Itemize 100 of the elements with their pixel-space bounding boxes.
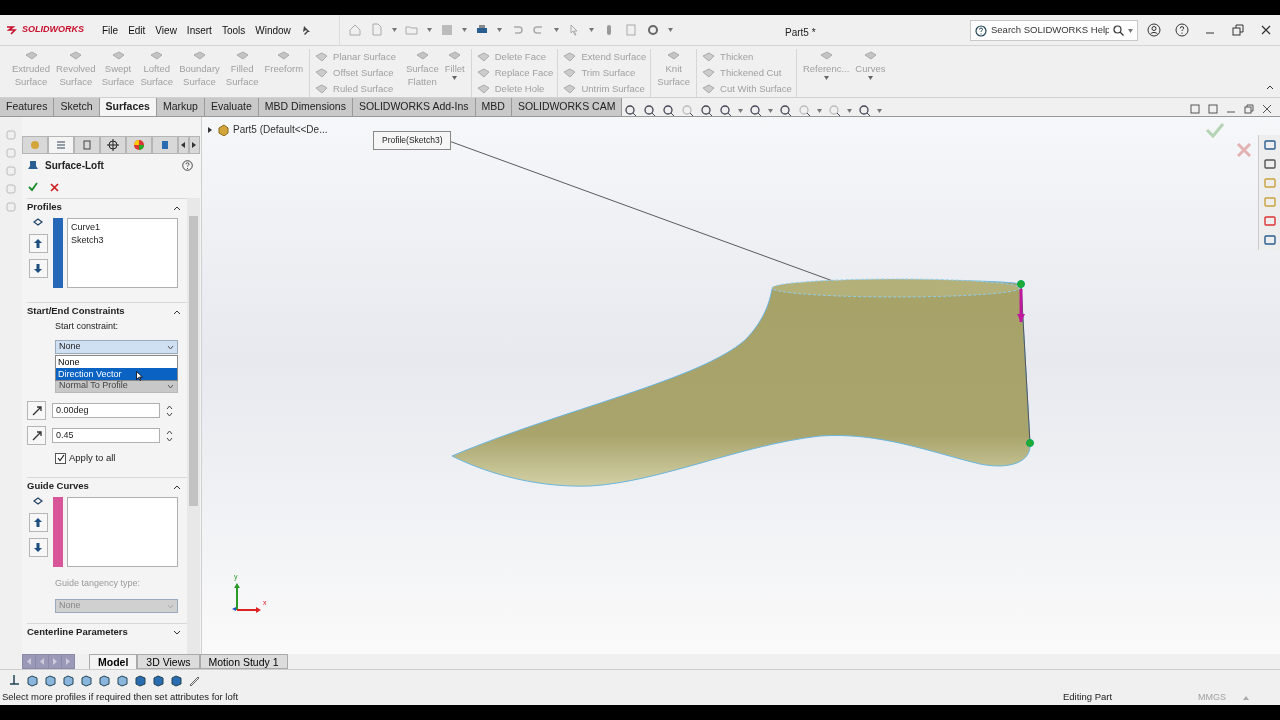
command-tab[interactable]: SOLIDWORKS Add-Ins xyxy=(352,98,476,116)
expand-icon[interactable] xyxy=(173,629,181,636)
arrow-icon xyxy=(30,429,43,442)
menu-item[interactable]: Window xyxy=(255,22,291,38)
dropdown-list[interactable]: None Direction Vector xyxy=(55,355,178,381)
scrollbar-thumb[interactable] xyxy=(189,216,198,506)
tangency-dropdown: None xyxy=(55,599,178,613)
cube-icon[interactable] xyxy=(80,673,93,687)
selection-list[interactable] xyxy=(67,497,178,567)
caret-icon[interactable] xyxy=(667,28,673,32)
model-tab[interactable]: Motion Study 1 xyxy=(199,654,288,669)
caret-icon[interactable] xyxy=(461,28,467,32)
caret-icon[interactable] xyxy=(496,28,502,32)
command-tab[interactable]: Features xyxy=(0,98,55,116)
menu-item[interactable]: File xyxy=(102,22,119,38)
move-up-button[interactable] xyxy=(28,234,48,253)
caret-icon[interactable] xyxy=(1243,695,1249,700)
caret-icon[interactable] xyxy=(738,108,743,113)
cube-icon[interactable] xyxy=(26,673,39,687)
move-down-button[interactable] xyxy=(28,538,48,557)
section-heading: Centerline Parameters xyxy=(27,625,128,640)
restore-icon[interactable] xyxy=(1231,23,1245,37)
collapse-ribbon-icon[interactable] xyxy=(1266,84,1274,90)
zoom-area-icon[interactable] xyxy=(643,104,656,117)
up-arrow-icon xyxy=(34,518,42,527)
checkbox[interactable] xyxy=(55,452,66,464)
collapse-icon[interactable] xyxy=(173,308,181,315)
cube-icon[interactable] xyxy=(152,673,165,687)
close-icon[interactable] xyxy=(50,182,59,192)
status-mode: Editing Part xyxy=(1063,690,1113,705)
spin-arrows-icon[interactable] xyxy=(166,404,173,417)
caret-icon[interactable] xyxy=(553,28,559,32)
command-tab[interactable]: Evaluate xyxy=(204,98,259,116)
scrollbar[interactable] xyxy=(187,198,200,654)
cube-icon[interactable] xyxy=(44,673,57,687)
command-tab[interactable]: SOLIDWORKS CAM xyxy=(511,98,623,116)
command-tab[interactable]: Markup xyxy=(156,98,205,116)
menu-item[interactable]: Edit xyxy=(128,22,146,38)
caret-icon[interactable] xyxy=(588,28,594,32)
collapse-icon[interactable] xyxy=(173,483,181,490)
profile-icon[interactable] xyxy=(32,216,44,228)
start-constraint-dropdown[interactable]: None xyxy=(55,340,178,354)
expand-icon[interactable] xyxy=(208,126,213,133)
scroll-right-button[interactable] xyxy=(189,136,200,154)
cube-icon[interactable] xyxy=(98,673,111,687)
cube-icon[interactable] xyxy=(134,673,147,687)
section-heading: Profiles xyxy=(27,200,62,215)
account-icon[interactable] xyxy=(1147,23,1161,37)
list-item[interactable]: Sketch3 xyxy=(71,234,174,247)
dropdown-option[interactable]: Direction Vector xyxy=(56,368,177,380)
model-tab[interactable]: Model xyxy=(89,654,138,669)
caret-icon[interactable] xyxy=(847,108,852,113)
spin-arrows-icon[interactable] xyxy=(166,429,173,442)
selection-list[interactable]: Curve1 Sketch3 xyxy=(67,218,178,288)
caret-icon[interactable] xyxy=(817,108,822,113)
caret-icon[interactable] xyxy=(768,108,773,113)
close-icon[interactable] xyxy=(1262,104,1272,114)
command-tab[interactable]: MBD xyxy=(475,98,512,116)
move-up-button[interactable] xyxy=(28,513,48,532)
arrow-button[interactable] xyxy=(27,426,46,445)
tree-item[interactable]: Part5 (Default<<De... xyxy=(233,122,328,137)
command-tab[interactable]: Surfaces xyxy=(99,98,157,116)
menu-item[interactable]: Tools xyxy=(221,22,246,38)
caret-icon[interactable] xyxy=(877,108,882,113)
command-tab[interactable]: MBD Dimensions xyxy=(258,98,353,116)
rotate-button[interactable] xyxy=(27,401,46,420)
scroll-left-button[interactable] xyxy=(178,136,189,154)
surface-tool-icon xyxy=(475,82,491,96)
cube-icon[interactable] xyxy=(62,673,75,687)
move-down-button[interactable] xyxy=(28,259,48,278)
pin-icon[interactable] xyxy=(300,25,311,35)
tile-right-icon[interactable] xyxy=(1208,104,1218,114)
number-field[interactable]: 0.00deg xyxy=(52,403,160,418)
menu-item[interactable]: Insert xyxy=(186,22,212,38)
panel-tab[interactable] xyxy=(152,136,178,154)
zoom-fit-icon[interactable] xyxy=(624,104,637,117)
cube-icon[interactable] xyxy=(170,673,183,687)
guide-curve-icon[interactable] xyxy=(32,495,44,507)
right-arrow-icon xyxy=(192,142,197,148)
caret-icon[interactable] xyxy=(391,28,397,32)
menu-item[interactable]: View xyxy=(155,22,177,38)
restore-icon[interactable] xyxy=(1244,104,1254,114)
panel-tab[interactable] xyxy=(100,136,126,154)
normal-to-icon[interactable] xyxy=(8,673,21,687)
axis-triad-drawing xyxy=(232,583,261,613)
callout-label: Profile(Sketch3) xyxy=(373,131,452,150)
command-tab[interactable]: Sketch xyxy=(54,98,100,116)
model-tab[interactable]: 3D Views xyxy=(137,654,200,669)
checkmark-icon[interactable] xyxy=(28,182,38,192)
cube-icon[interactable] xyxy=(116,673,129,687)
number-field[interactable]: 0.45 xyxy=(52,428,160,443)
list-item[interactable]: Curve1 xyxy=(71,221,174,234)
close-icon[interactable] xyxy=(1259,23,1273,37)
collapse-icon[interactable] xyxy=(173,204,181,211)
help-icon[interactable] xyxy=(182,159,193,171)
panel-tab[interactable] xyxy=(126,136,152,154)
caret-icon[interactable] xyxy=(426,28,432,32)
help-icon[interactable] xyxy=(1175,23,1189,37)
section-heading: Guide Curves xyxy=(27,479,89,494)
tile-left-icon[interactable] xyxy=(1190,104,1200,114)
